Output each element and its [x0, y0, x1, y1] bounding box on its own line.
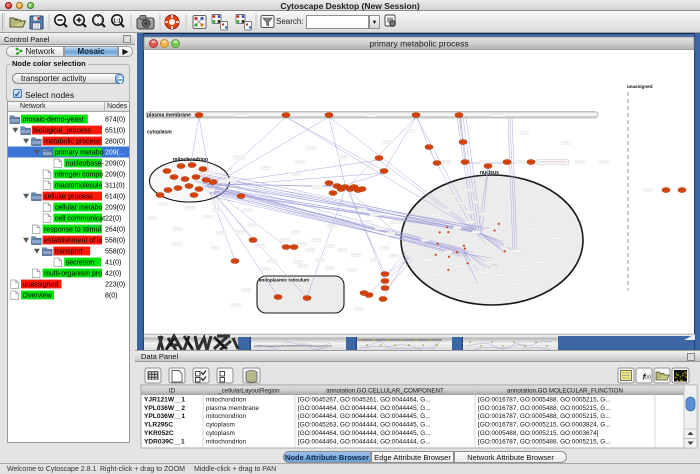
- svg-text:annotation.GO MOLECULAR_FUNCTI: annotation.GO MOLECULAR_FUNCTION: [507, 387, 623, 394]
- svg-text:YKR052C: YKR052C: [144, 430, 174, 437]
- svg-text:[GO:0044464, GO:0044444, GO:00: [GO:0044464, GO:0044444, GO:0044444, G..…: [298, 439, 431, 446]
- svg-text:41(0): 41(0): [105, 260, 121, 267]
- svg-text:unassigned: unassigned: [23, 282, 59, 289]
- svg-text:cytoplasm: cytoplasm: [206, 422, 235, 429]
- svg-text:metabolic process: metabolic process: [44, 139, 101, 146]
- svg-text:cellular process: cellular process: [44, 194, 93, 201]
- svg-text:primary metabo: primary metabo: [55, 150, 104, 157]
- svg-text:cellular metabo: cellular metabo: [55, 205, 103, 212]
- svg-text:establishment of lo: establishment of lo: [44, 238, 102, 245]
- svg-text:plasma membrane: plasma membrane: [206, 405, 259, 412]
- svg-text:42(0): 42(0): [105, 271, 121, 278]
- svg-text:mitochondrion: mitochondrion: [173, 157, 208, 163]
- svg-text:[GO:0016787, GO:0005488, GO:00: [GO:0016787, GO:0005488, GO:0005215, G..…: [478, 439, 611, 446]
- svg-text:(x): (x): [645, 375, 651, 381]
- svg-text:[GO:0044464, GO:0044444, GO:00: [GO:0044464, GO:0044444, GO:0044445, G..…: [298, 430, 431, 437]
- svg-text:[GO:0016787, GO:0005488, GO:00: [GO:0016787, GO:0005488, GO:0005215, G..…: [478, 405, 611, 412]
- svg-text:558(0): 558(0): [105, 249, 125, 256]
- svg-text:YLR295C: YLR295C: [144, 422, 173, 429]
- svg-text:209(...: 209(...: [105, 150, 125, 157]
- svg-text:response to stimul: response to stimul: [44, 227, 101, 234]
- svg-text:[GO:0016787, GO:0005488, GO:00: [GO:0016787, GO:0005488, GO:0005215, G..…: [478, 413, 611, 420]
- svg-text:[GO:0005488, GO:0005215, GO:00: [GO:0005488, GO:0005215, GO:0003674]: [478, 430, 599, 437]
- svg-text:614(0): 614(0): [105, 194, 125, 201]
- svg-text:macromolecule: macromolecule: [55, 183, 103, 190]
- svg-text:651(0): 651(0): [105, 128, 125, 135]
- svg-text:558(0): 558(0): [105, 238, 125, 245]
- svg-text:[GO:0044464, GO:0044444, GO:00: [GO:0044464, GO:0044444, GO:0044445, G..…: [298, 413, 431, 420]
- svg-text:YDR039C__1: YDR039C__1: [144, 439, 185, 446]
- svg-text:22(0): 22(0): [105, 216, 121, 223]
- svg-text:multi-organism pro: multi-organism pro: [44, 271, 102, 278]
- svg-text:[GO:0016787, GO:0005215, GO:00: [GO:0016787, GO:0005215, GO:0003824, G..…: [478, 422, 611, 429]
- svg-text:[GO:0045263, GO:0044444, GO:00: [GO:0045263, GO:0044444, GO:0044445, G..…: [298, 422, 431, 429]
- svg-text:209(0): 209(0): [105, 205, 125, 212]
- svg-text:1:1: 1:1: [113, 18, 121, 24]
- svg-text:YPL036W__1: YPL036W__1: [144, 413, 185, 420]
- svg-text:unassigned: unassigned: [627, 84, 653, 89]
- svg-text:mitochondrion: mitochondrion: [206, 396, 247, 403]
- svg-text:nucleus: nucleus: [480, 170, 499, 176]
- svg-text:mitochondrion: mitochondrion: [206, 439, 247, 446]
- svg-text:209(0): 209(0): [105, 172, 125, 179]
- svg-text:Overview: Overview: [23, 293, 53, 300]
- svg-text:ID: ID: [169, 387, 176, 394]
- svg-text:cell communicat: cell communicat: [55, 216, 105, 223]
- svg-text:cytoplasm: cytoplasm: [206, 430, 235, 437]
- svg-text:209(0): 209(0): [105, 161, 125, 168]
- svg-text:mosaic-demo-yeast: mosaic-demo-yeast: [23, 117, 84, 124]
- svg-text:223(0): 223(0): [105, 282, 125, 289]
- svg-text:mitochondrion: mitochondrion: [206, 413, 247, 420]
- svg-text:8(0): 8(0): [105, 293, 117, 300]
- svg-text:endoplasmic reticulum: endoplasmic reticulum: [259, 278, 309, 283]
- svg-text:nitrogen compo: nitrogen compo: [55, 172, 103, 179]
- svg-text:280(0): 280(0): [105, 139, 125, 146]
- svg-text:311(0): 311(0): [105, 183, 125, 190]
- svg-text:_cellularLayoutRegion: _cellularLayoutRegion: [217, 387, 280, 394]
- svg-text:[GO:0016787, GO:0005488, GO:00: [GO:0016787, GO:0005488, GO:0005215, G..…: [478, 396, 611, 403]
- svg-text:biological_process: biological_process: [33, 128, 91, 135]
- svg-text:nucleobase-: nucleobase-: [66, 161, 105, 168]
- svg-text:annotation.GO CELLULAR_COMPONE: annotation.GO CELLULAR_COMPONENT: [326, 387, 444, 394]
- svg-text:primary metabolic process: primary metabolic process: [369, 39, 468, 49]
- svg-text:secretion: secretion: [66, 260, 95, 267]
- svg-text:YJR121W__1: YJR121W__1: [144, 396, 185, 403]
- svg-text:[GO:0045267, GO:0045261, GO:00: [GO:0045267, GO:0045261, GO:0044464, G..…: [298, 396, 431, 403]
- svg-text:YPL036W__2: YPL036W__2: [144, 405, 185, 412]
- svg-text:874(0): 874(0): [105, 117, 125, 124]
- svg-text:264(0): 264(0): [105, 227, 125, 234]
- svg-text:cytoplasm: cytoplasm: [147, 130, 172, 136]
- svg-text:plasma membrane: plasma membrane: [147, 113, 191, 119]
- svg-text:transport: transport: [55, 249, 83, 256]
- svg-text:[GO:0044464, GO:0044444, GO:00: [GO:0044464, GO:0044444, GO:0044445, G..…: [298, 405, 431, 412]
